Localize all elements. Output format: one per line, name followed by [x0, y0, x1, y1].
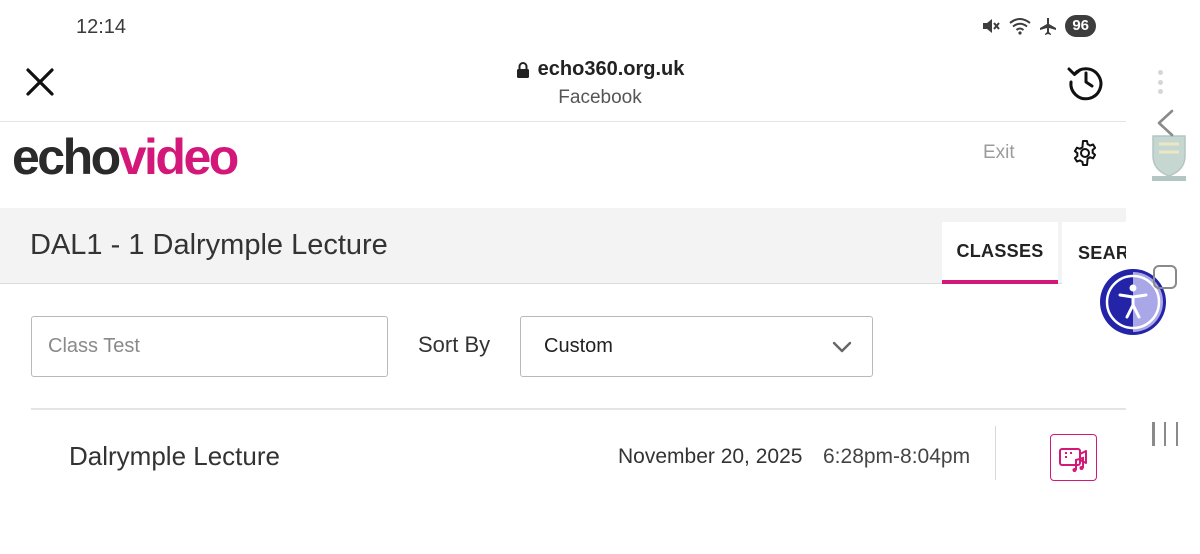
course-title: DAL1 - 1 Dalrymple Lecture	[30, 229, 388, 261]
sort-by-select[interactable]: Custom	[520, 316, 873, 377]
class-filter-input[interactable]	[31, 316, 388, 377]
url-text: echo360.org.uk	[537, 58, 685, 80]
sort-by-value: Custom	[544, 335, 613, 357]
exit-link[interactable]: Exit	[983, 142, 1015, 164]
home-icon[interactable]	[1153, 265, 1177, 289]
battery-level: 96	[1065, 15, 1096, 37]
sort-by-label: Sort By	[418, 332, 491, 357]
close-icon[interactable]	[22, 64, 58, 100]
status-time: 12:14	[76, 16, 127, 38]
row-separator	[995, 426, 996, 480]
url-block[interactable]: echo360.org.uk Facebook	[440, 58, 760, 109]
status-icons: 96	[981, 15, 1096, 37]
mute-icon	[983, 19, 1001, 33]
class-name[interactable]: Dalrymple Lecture	[69, 441, 280, 472]
history-icon[interactable]	[1066, 62, 1106, 102]
video-audio-button[interactable]	[1050, 434, 1097, 481]
echovideo-logo: echovideo	[12, 129, 239, 185]
class-date: November 20, 2025	[618, 445, 803, 468]
tab-classes[interactable]: CLASSES	[942, 222, 1058, 284]
airplane-icon	[1040, 18, 1057, 35]
back-icon[interactable]	[1152, 108, 1180, 138]
wifi-icon	[1009, 18, 1031, 35]
recents-icon[interactable]	[1152, 422, 1178, 446]
header-divider	[0, 121, 1126, 122]
gear-icon[interactable]	[1070, 138, 1100, 168]
chevron-down-icon	[832, 341, 852, 352]
lock-icon	[516, 61, 529, 78]
video-audio-icon	[1058, 447, 1087, 472]
class-time: 6:28pm-8:04pm	[823, 445, 971, 468]
url-subtitle: Facebook	[558, 87, 642, 108]
